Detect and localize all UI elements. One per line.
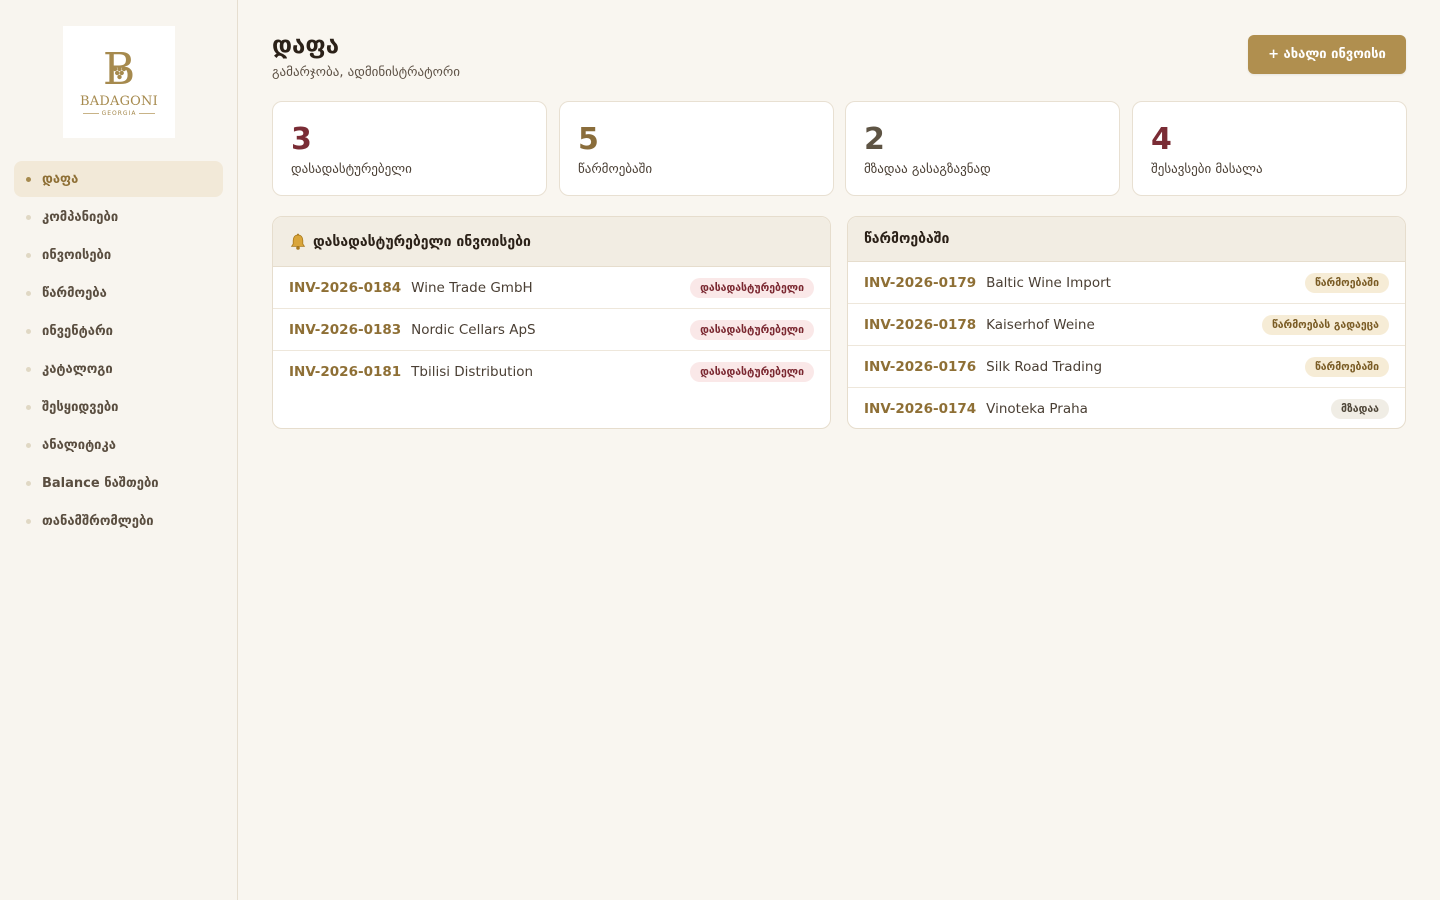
bullet-icon [26, 252, 31, 258]
bullet-icon [26, 214, 31, 220]
status-badge: დასადასტურებელი [690, 362, 814, 382]
sidebar-item-analytics[interactable]: ანალიტიკა [14, 427, 223, 463]
invoice-company: Kaiserhof Weine [986, 316, 1095, 333]
brand-logo[interactable]: B BADAGONI GEORGIA [63, 26, 175, 138]
invoice-id[interactable]: INV-2026-0183 [289, 322, 401, 338]
invoice-row[interactable]: INV-2026-0184 Wine Trade GmbH დასადასტურ… [273, 267, 830, 309]
panel-header: წარმოებაში [848, 217, 1405, 262]
sidebar-item-label: ანალიტიკა [42, 437, 116, 453]
sidebar-item-production[interactable]: წარმოება [14, 275, 223, 311]
stat-label: წარმოებაში [578, 162, 653, 177]
grape-icon [112, 66, 127, 79]
invoice-company: Tbilisi Distribution [411, 364, 534, 380]
sidebar-item-label: წარმოება [42, 285, 107, 301]
panel-title: დასადასტურებელი ინვოისები [313, 233, 531, 250]
stat-value: 4 [1151, 122, 1172, 157]
bullet-icon [26, 404, 31, 410]
invoice-id[interactable]: INV-2026-0178 [864, 317, 976, 333]
invoice-id[interactable]: INV-2026-0181 [289, 364, 401, 380]
bullet-icon [26, 366, 31, 372]
sidebar-item-label: ინვენტარი [42, 323, 113, 339]
stat-value: 5 [578, 122, 599, 157]
stat-value: 2 [864, 122, 885, 157]
brand-name: BADAGONI [80, 93, 158, 109]
invoice-id[interactable]: INV-2026-0176 [864, 359, 976, 375]
invoice-company: Baltic Wine Import [986, 274, 1111, 291]
invoice-row[interactable]: INV-2026-0178 Kaiserhof Weine წარმოებას … [848, 304, 1405, 346]
sidebar-item-employees[interactable]: თანამშრომლები [14, 503, 223, 539]
stat-value: 3 [291, 122, 312, 157]
invoice-company: Vinoteka Praha [986, 401, 1088, 417]
stat-label: შესავსები მასალა [1151, 162, 1263, 177]
invoice-id[interactable]: INV-2026-0184 [289, 280, 401, 296]
bell-icon [289, 233, 307, 251]
invoice-company: Wine Trade GmbH [411, 279, 533, 296]
bullet-icon [26, 442, 31, 448]
status-badge: წარმოებას გადაეცა [1261, 314, 1389, 335]
sidebar-item-label: დაფა [42, 171, 79, 187]
sidebar-item-companies[interactable]: კომპანიები [14, 199, 223, 235]
sidebar-item-label: კომპანიები [42, 209, 119, 225]
invoice-row[interactable]: INV-2026-0183 Nordic Cellars ApS დასადას… [273, 309, 830, 351]
panel-header: დასადასტურებელი ინვოისები [273, 217, 830, 267]
bullet-icon [26, 290, 31, 296]
status-badge: დასადასტურებელი [690, 277, 814, 298]
status-badge: დასადასტურებელი [690, 319, 814, 340]
new-invoice-button[interactable]: + ახალი ინვოისი [1248, 35, 1406, 74]
brand-sub: GEORGIA [82, 110, 156, 117]
bullet-icon [26, 328, 31, 334]
bullet-icon [26, 518, 31, 524]
stat-card-pending[interactable]: 3 დასადასტურებელი [272, 101, 547, 196]
invoice-row[interactable]: INV-2026-0176 Silk Road Trading წარმოება… [848, 346, 1405, 388]
invoice-id[interactable]: INV-2026-0179 [864, 275, 976, 291]
status-badge: წარმოებაში [1304, 356, 1389, 377]
sidebar-item-catalog[interactable]: კატალოგი [14, 351, 223, 387]
invoice-row[interactable]: INV-2026-0181 Tbilisi Distribution დასად… [273, 351, 830, 393]
stat-card-materials[interactable]: 4 შესავსები მასალა [1132, 101, 1407, 196]
sidebar-item-balance[interactable]: Balance ნაშთები [14, 465, 223, 501]
sidebar-item-dashboard[interactable]: დაფა [14, 161, 223, 197]
stat-label: მზადაა გასაგზავნად [864, 162, 991, 177]
sidebar-item-purchases[interactable]: შესყიდვები [14, 389, 223, 425]
page-title: დაფა [272, 31, 340, 59]
status-badge: წარმოებაში [1304, 272, 1389, 293]
stats-row: 3 დასადასტურებელი 5 წარმოებაში 2 მზადაა … [272, 101, 1407, 196]
sidebar-nav: დაფა კომპანიები ინვოისები წარმოება ინვენ… [14, 161, 223, 541]
sidebar-item-label: შესყიდვები [42, 399, 119, 415]
sidebar-item-invoices[interactable]: ინვოისები [14, 237, 223, 273]
page-subtitle: გამარჯობა, ადმინისტრატორი [272, 65, 460, 80]
logo-mark: B [99, 47, 139, 92]
stat-card-ready[interactable]: 2 მზადაა გასაგზავნად [845, 101, 1120, 196]
sidebar-item-inventory[interactable]: ინვენტარი [14, 313, 223, 349]
invoice-company: Silk Road Trading [986, 358, 1103, 375]
invoice-id[interactable]: INV-2026-0174 [864, 401, 976, 417]
panel-title: წარმოებაში [864, 231, 950, 247]
bullet-icon [26, 176, 31, 182]
stat-card-production[interactable]: 5 წარმოებაში [559, 101, 834, 196]
status-badge: მზადაა [1331, 399, 1389, 419]
production-panel: წარმოებაში INV-2026-0179 Baltic Wine Imp… [847, 216, 1406, 429]
sidebar-item-label: Balance ნაშთები [42, 475, 159, 491]
sidebar: B BADAGONI GEORGIA დაფა კომპანიები ინვოი… [0, 0, 238, 900]
invoice-row[interactable]: INV-2026-0174 Vinoteka Praha მზადაა [848, 388, 1405, 428]
sidebar-item-label: თანამშრომლები [42, 513, 154, 529]
sidebar-item-label: ინვოისები [42, 247, 112, 263]
bullet-icon [26, 480, 31, 486]
invoice-company: Nordic Cellars ApS [411, 321, 536, 338]
invoice-row[interactable]: INV-2026-0179 Baltic Wine Import წარმოებ… [848, 262, 1405, 304]
stat-label: დასადასტურებელი [291, 162, 412, 177]
pending-invoices-panel: დასადასტურებელი ინვოისები INV-2026-0184 … [272, 216, 831, 429]
sidebar-item-label: კატალოგი [42, 361, 113, 377]
